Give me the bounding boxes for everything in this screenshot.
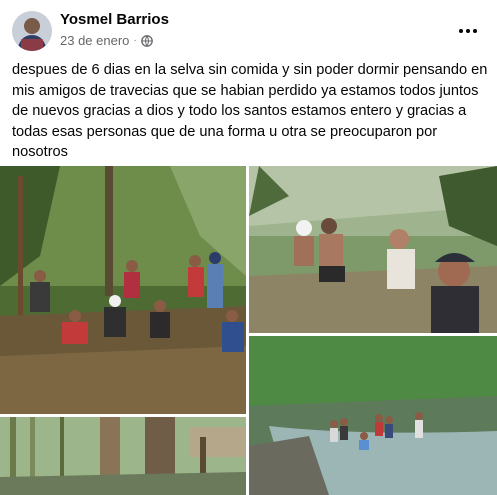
meta-separator: ·	[133, 35, 137, 46]
photo-bamboo-forest[interactable]	[0, 417, 246, 495]
photo-group-at-river[interactable]	[249, 336, 497, 495]
bamboo-forest-image	[0, 417, 246, 495]
post-meta: 23 de enero ·	[60, 33, 153, 48]
post-date[interactable]: 23 de enero	[60, 33, 129, 48]
men-sitting-image	[249, 166, 497, 333]
more-options-dot	[473, 29, 477, 33]
jungle-group-image	[0, 166, 246, 414]
post-text: despues de 6 dias en la selva sin comida…	[12, 62, 488, 160]
avatar[interactable]	[12, 11, 52, 51]
photo-men-sitting-near-tree[interactable]	[249, 166, 497, 333]
more-options-icon	[459, 29, 463, 33]
more-options-dot	[466, 29, 470, 33]
more-options-button[interactable]	[453, 16, 483, 46]
author-name[interactable]: Yosmel Barrios	[60, 11, 169, 28]
post-header: Yosmel Barrios 23 de enero ·	[0, 0, 497, 62]
avatar-image	[12, 11, 52, 51]
globe-icon	[140, 34, 153, 47]
photo-group-resting-in-jungle[interactable]	[0, 166, 246, 414]
river-group-image	[249, 336, 497, 495]
photo-gallery	[0, 166, 497, 495]
